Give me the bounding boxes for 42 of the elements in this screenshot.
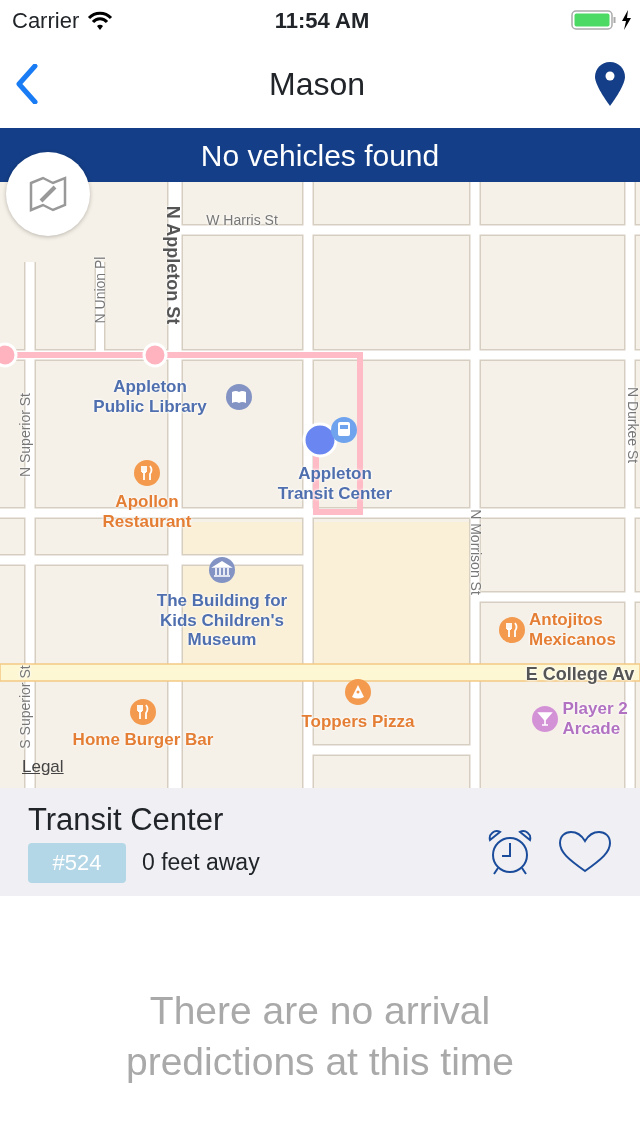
map-label: Player 2 Arcade	[562, 699, 629, 739]
wifi-icon	[87, 10, 114, 30]
map-label: N Superior St	[16, 393, 34, 477]
cocktail-glass-icon	[532, 706, 558, 732]
book-icon	[226, 384, 252, 410]
pizza-slice-icon	[345, 679, 371, 705]
folded-map-icon	[27, 173, 69, 215]
map-label: Apollon Restaurant	[101, 492, 193, 532]
map-label: Home Burger Bar	[72, 730, 214, 750]
map-label: N Union Pl	[91, 256, 109, 324]
map-label: E College Av	[525, 663, 635, 685]
clock-text: 11:54 AM	[273, 6, 371, 35]
fork-knife-icon	[499, 617, 525, 643]
battery-icon	[571, 10, 617, 30]
route-stop-marker	[142, 342, 168, 368]
legal-link[interactable]: Legal	[22, 754, 64, 780]
bus-icon	[331, 417, 357, 443]
map-label: Antojitos Mexicanos	[529, 610, 617, 650]
map-label: N Morrison St	[467, 509, 485, 595]
map-label: Appleton Public Library	[92, 377, 208, 417]
map-label: N Durkee St	[624, 386, 640, 464]
screen-title: Mason	[268, 65, 365, 104]
map-label: Toppers Pizza	[301, 712, 415, 732]
back-button[interactable]	[14, 64, 40, 104]
stop-name: Transit Center	[28, 801, 225, 839]
carrier-text: Carrier	[12, 6, 80, 35]
current-location-dot	[302, 422, 338, 458]
museum-icon	[209, 557, 235, 583]
favorite-button[interactable]	[558, 831, 612, 873]
map-label: N Appleton St	[162, 205, 184, 325]
location-pin-button[interactable]	[594, 62, 626, 106]
status-banner: No vehicles found	[0, 128, 640, 182]
map-label: The Building for Kids Children's Museum	[155, 590, 289, 650]
alarm-button[interactable]	[486, 828, 534, 876]
distance-text: 0 feet away	[142, 848, 260, 878]
no-predictions-message: There are no arrival predictions at this time	[125, 988, 515, 1085]
map-label: S Superior St	[16, 665, 34, 749]
fork-knife-icon	[130, 699, 156, 725]
map-label: Appleton Transit Center	[276, 464, 394, 504]
stop-number-tag: #524	[28, 842, 126, 883]
map-label: W Harris St	[206, 211, 278, 229]
fork-knife-icon	[134, 460, 160, 486]
